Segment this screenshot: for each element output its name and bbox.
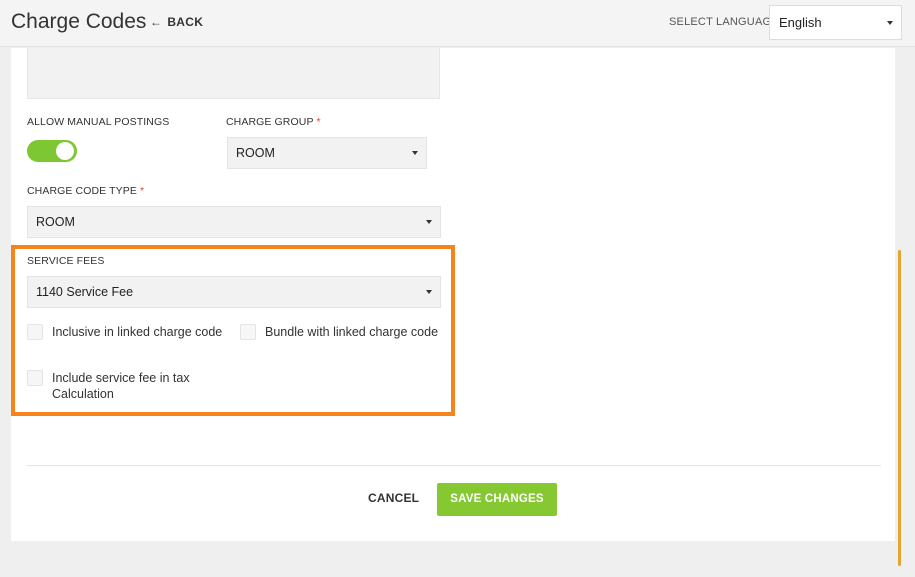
chevron-down-icon [426, 290, 432, 294]
footer-divider [27, 465, 881, 466]
charge-code-type-label-text: CHARGE CODE TYPE [27, 185, 137, 197]
include-tax-label: Include service fee in tax Calculation [52, 370, 190, 402]
inclusive-checkbox[interactable] [27, 324, 43, 340]
allow-manual-postings-toggle[interactable] [27, 140, 77, 162]
language-value: English [779, 15, 822, 30]
back-label: BACK [167, 15, 204, 29]
save-changes-button[interactable]: SAVE CHANGES [437, 483, 557, 516]
required-marker: * [139, 185, 145, 197]
include-tax-label-line1: Include service fee in tax [52, 371, 190, 385]
toggle-knob [56, 142, 74, 160]
bundle-checkbox[interactable] [240, 324, 256, 340]
charge-code-type-value: ROOM [36, 215, 75, 229]
scrollbar[interactable] [898, 250, 901, 566]
cancel-button[interactable]: CANCEL [368, 491, 419, 505]
charge-group-value: ROOM [236, 146, 275, 160]
inclusive-label: Inclusive in linked charge code [52, 325, 223, 339]
charge-group-label: CHARGE GROUP * [226, 116, 321, 128]
page-title: Charge Codes [11, 10, 147, 33]
charge-group-select[interactable]: ROOM [227, 137, 427, 169]
chevron-down-icon [426, 220, 432, 224]
charge-code-form: ALLOW MANUAL POSTINGS CHARGE GROUP * ROOM… [11, 48, 895, 541]
charge-code-type-label: CHARGE CODE TYPE * [27, 185, 144, 197]
chevron-down-icon [412, 151, 418, 155]
language-select[interactable]: English [769, 5, 902, 40]
arrow-left-icon: ← [150, 15, 163, 29]
description-textarea[interactable] [27, 48, 440, 99]
charge-code-type-select[interactable]: ROOM [27, 206, 441, 238]
top-bar: Charge Codes ← BACK SELECT LANGUAGE Engl… [0, 0, 915, 47]
required-marker: * [316, 116, 321, 128]
language-label: SELECT LANGUAGE [669, 16, 779, 28]
charge-group-label-text: CHARGE GROUP [226, 116, 314, 128]
allow-manual-postings-label: ALLOW MANUAL POSTINGS [27, 116, 170, 128]
back-link[interactable]: ← BACK [150, 15, 203, 29]
include-tax-checkbox[interactable] [27, 370, 43, 386]
bundle-label: Bundle with linked charge code [265, 325, 439, 339]
chevron-down-icon [887, 21, 893, 25]
service-fees-select[interactable]: 1140 Service Fee [27, 276, 441, 308]
service-fees-value: 1140 Service Fee [36, 285, 134, 299]
include-tax-label-line2: Calculation [52, 387, 114, 401]
service-fees-label: SERVICE FEES [27, 255, 105, 267]
